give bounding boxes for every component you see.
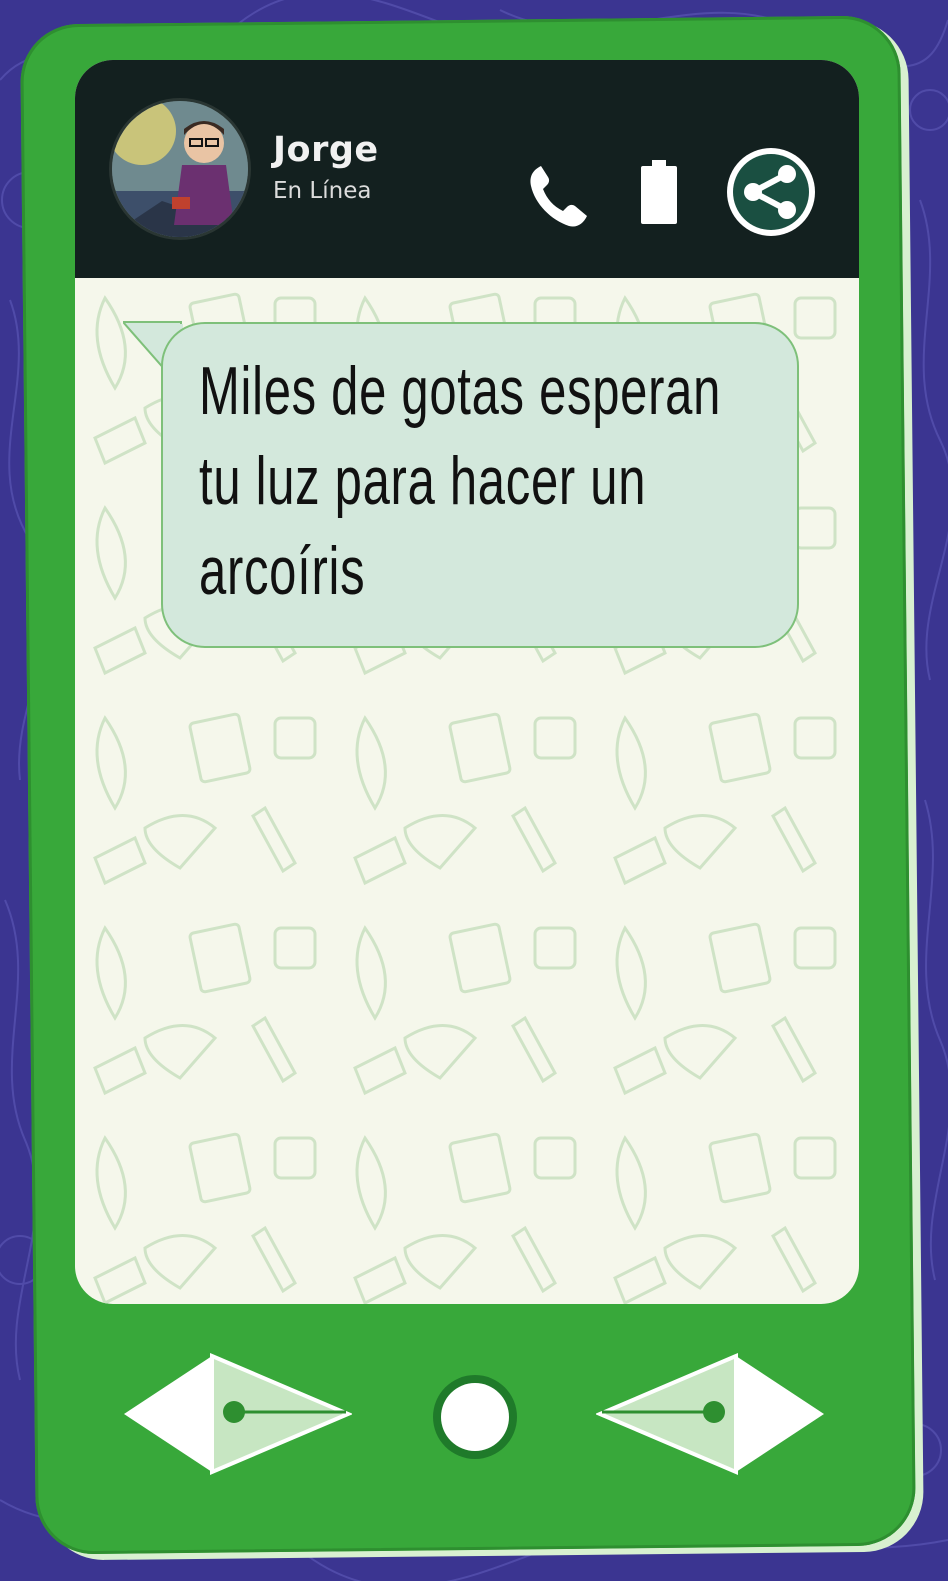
battery-icon <box>641 160 677 224</box>
home-button[interactable] <box>430 1372 520 1462</box>
message-bubble[interactable]: Miles de gotas esperan tu luz para hacer… <box>161 322 799 648</box>
share-icon[interactable] <box>723 144 819 240</box>
phone-icon[interactable] <box>527 160 595 230</box>
contact-status: En Línea <box>273 178 372 204</box>
contact-name: Jorge <box>273 130 379 170</box>
back-button[interactable] <box>120 1352 352 1476</box>
pen-nib-left-arrow-icon <box>124 1352 352 1476</box>
chat-screen: Jorge En Línea Miles de gotas esperan tu… <box>75 60 859 1304</box>
contact-avatar[interactable] <box>109 98 251 240</box>
pen-nib-right-arrow-icon <box>596 1352 824 1476</box>
avatar-icon <box>112 101 248 237</box>
forward-button[interactable] <box>596 1352 828 1476</box>
message-text: Miles de gotas esperan tu luz para hacer… <box>199 353 722 609</box>
chat-header: Jorge En Línea <box>75 60 859 278</box>
